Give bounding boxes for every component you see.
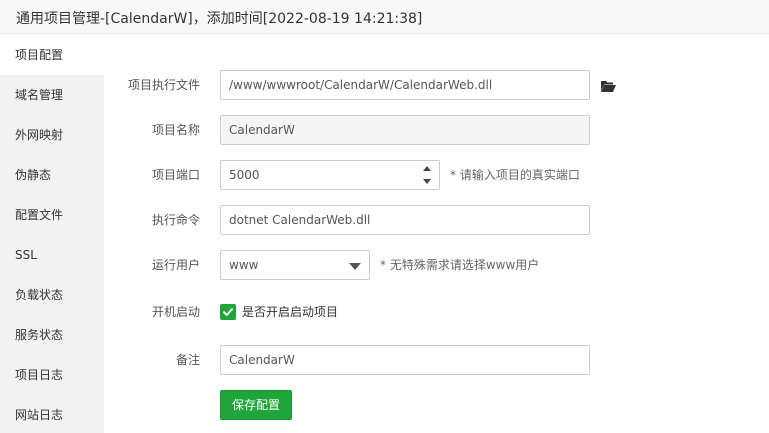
stepper-down-icon[interactable] (423, 179, 431, 184)
sidebar-item-config-file[interactable]: 配置文件 (0, 195, 104, 235)
project-name-label: 项目名称 (151, 123, 200, 137)
sidebar-item-rewrite[interactable]: 伪静态 (0, 155, 104, 195)
check-icon (223, 308, 233, 316)
chevron-down-icon (349, 263, 361, 270)
remark-label: 备注 (175, 353, 200, 367)
folder-open-icon[interactable] (600, 79, 616, 93)
project-port-input[interactable] (220, 160, 440, 190)
project-config-form: 项目执行文件 项目名称 项目端口 * 请输入项目的真实端口 执行命令 运行用户 … (104, 35, 769, 433)
run-user-value: www (229, 258, 259, 272)
sidebar-item-ssl[interactable]: SSL (0, 235, 104, 275)
sidebar-item-load-status[interactable]: 负载状态 (0, 275, 104, 315)
autostart-label: 开机启动 (151, 305, 200, 319)
sidebar-item-project-log[interactable]: 项目日志 (0, 355, 104, 395)
sidebar-item-site-log[interactable]: 网站日志 (0, 395, 104, 433)
port-stepper[interactable] (420, 160, 438, 190)
stepper-up-icon[interactable] (423, 166, 431, 171)
sidebar-item-domain-manage[interactable]: 域名管理 (0, 75, 104, 115)
run-user-label: 运行用户 (151, 258, 200, 272)
sidebar-item-project-config[interactable]: 项目配置 (0, 35, 104, 75)
exec-file-label: 项目执行文件 (127, 78, 200, 92)
title-bar: 通用项目管理-[CalendarW]，添加时间[2022-08-19 14:21… (0, 0, 769, 34)
save-config-button[interactable]: 保存配置 (220, 390, 293, 420)
sidebar-item-service-status[interactable]: 服务状态 (0, 315, 104, 355)
exec-command-input[interactable] (220, 205, 590, 235)
port-hint: * 请输入项目的真实端口 (450, 168, 580, 182)
sidebar: 项目配置 域名管理 外网映射 伪静态 配置文件 SSL 负载状态 服务状态 项目… (0, 35, 104, 433)
project-port-label: 项目端口 (151, 168, 200, 182)
window-title: 通用项目管理-[CalendarW]，添加时间[2022-08-19 14:21… (16, 11, 423, 27)
sidebar-item-external-mapping[interactable]: 外网映射 (0, 115, 104, 155)
remark-input[interactable] (220, 345, 590, 375)
autostart-checkbox-label[interactable]: 是否开启启动项目 (242, 304, 338, 320)
run-user-hint: * 无特殊需求请选择www用户 (380, 258, 540, 272)
project-name-input[interactable] (220, 115, 590, 145)
exec-command-label: 执行命令 (151, 213, 200, 227)
run-user-select[interactable]: www (220, 250, 370, 280)
exec-file-input[interactable] (220, 70, 590, 100)
autostart-checkbox[interactable] (220, 304, 236, 320)
